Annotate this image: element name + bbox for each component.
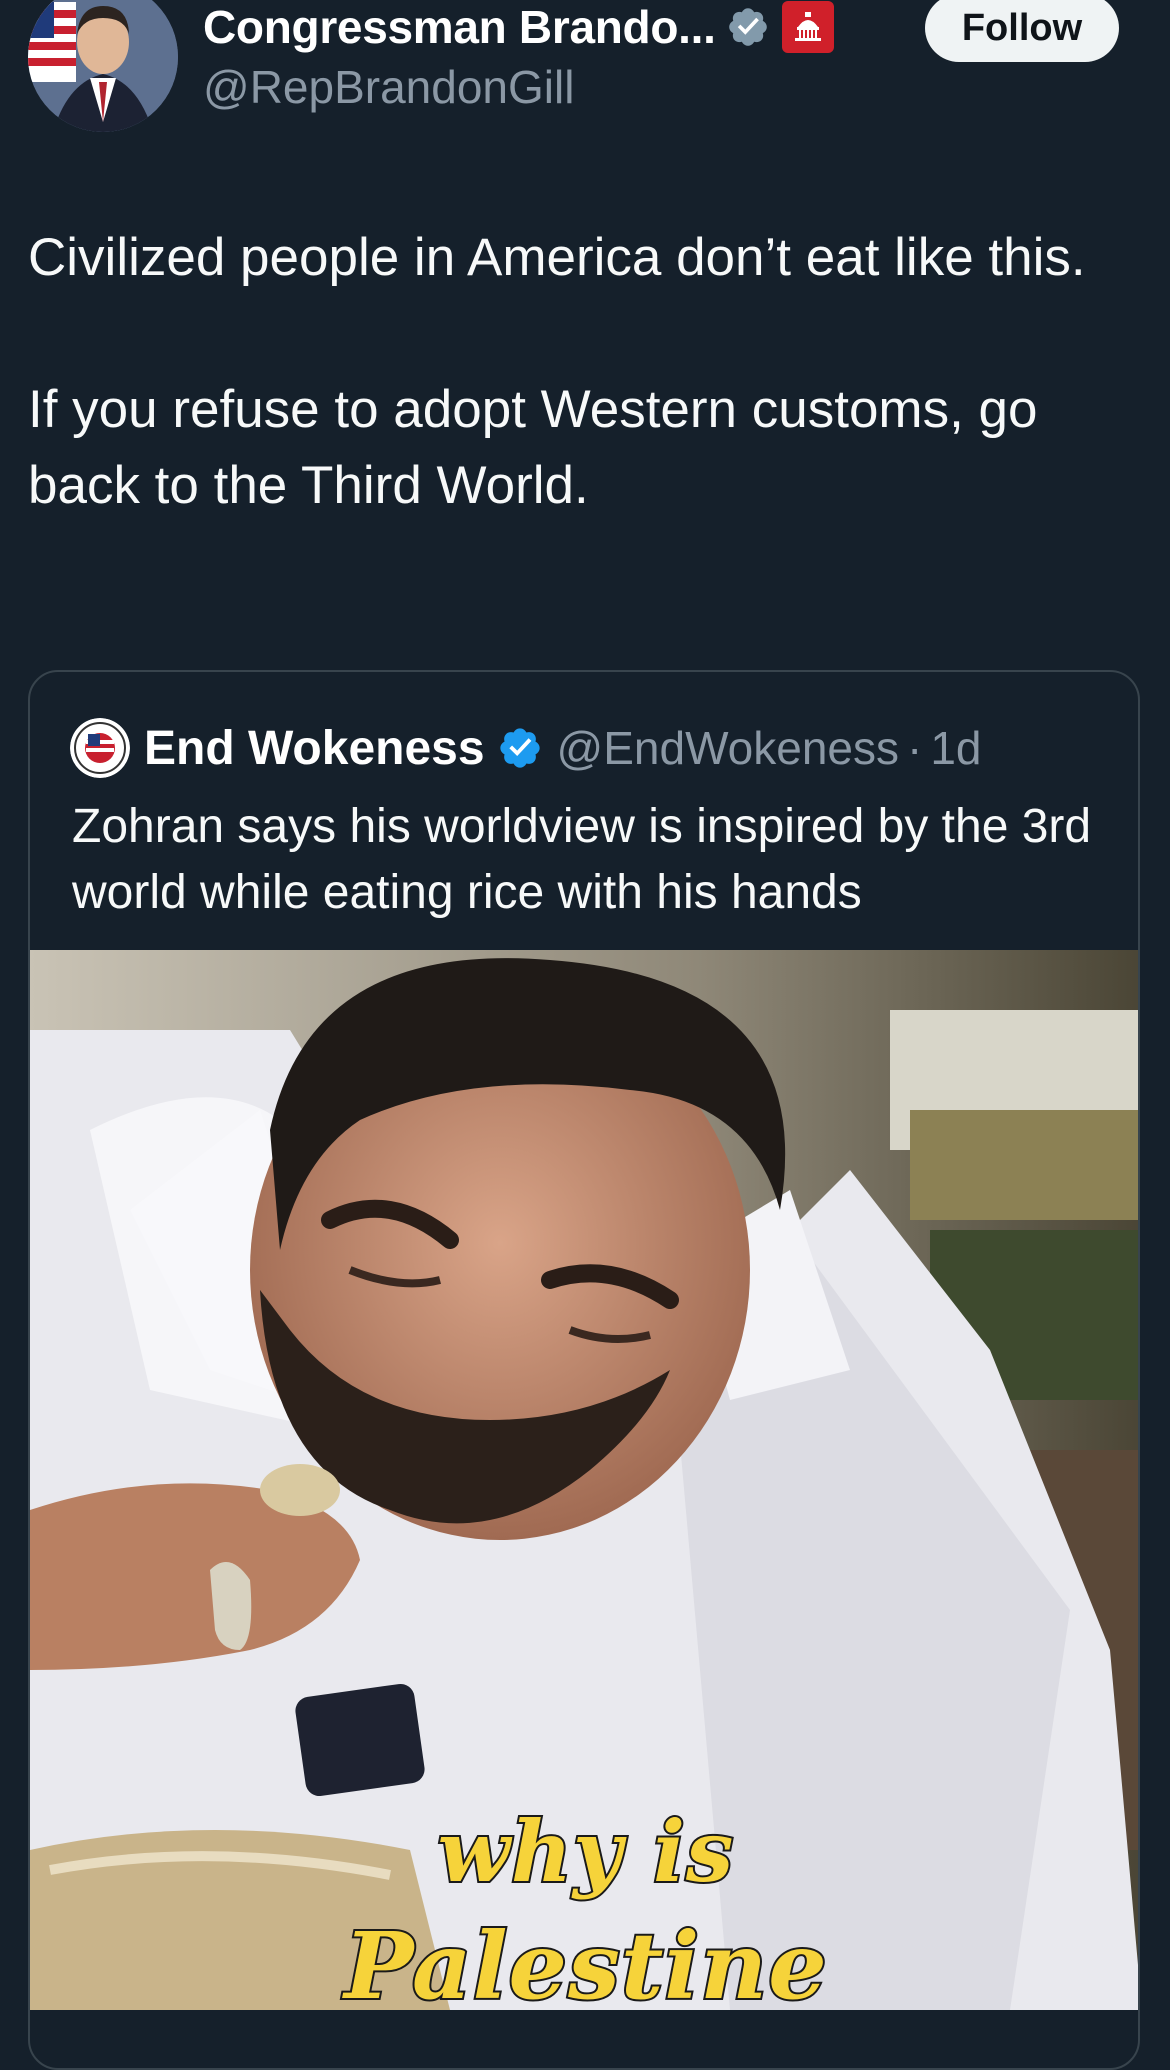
follow-button[interactable]: Follow bbox=[925, 0, 1119, 62]
author-name-row: Congressman Brando... bbox=[203, 0, 834, 54]
quoted-author-avatar[interactable] bbox=[70, 718, 130, 778]
author-handle[interactable]: @RepBrandonGill bbox=[203, 60, 574, 114]
author-display-name[interactable]: Congressman Brando... bbox=[203, 0, 716, 54]
tweet-paragraph-2: If you refuse to adopt Western customs, … bbox=[28, 380, 1038, 515]
tweet-paragraph-1: Civilized people in America don’t eat li… bbox=[28, 228, 1086, 287]
video-caption-line-2: Palestine bbox=[342, 1910, 828, 2010]
quoted-handle[interactable]: @EndWokeness bbox=[557, 721, 899, 775]
video-caption-line-1: why is bbox=[436, 1800, 736, 1903]
profile-photo-image bbox=[28, 0, 178, 132]
verified-blue-badge-icon bbox=[499, 728, 540, 768]
quoted-timestamp[interactable]: 1d bbox=[930, 721, 981, 775]
quoted-separator: · bbox=[907, 722, 923, 774]
author-avatar[interactable] bbox=[28, 0, 178, 132]
verified-gray-badge-icon bbox=[728, 8, 767, 46]
quoted-media-video[interactable]: why is Palestine bbox=[30, 950, 1138, 2010]
quoted-display-name[interactable]: End Wokeness bbox=[144, 721, 485, 776]
quoted-tweet-card[interactable]: End Wokeness @EndWokeness · 1d Zohran sa… bbox=[28, 670, 1140, 2070]
quoted-tweet-text: Zohran says his worldview is inspired by… bbox=[72, 800, 1092, 919]
quoted-tweet-header: End Wokeness @EndWokeness · 1d bbox=[70, 716, 982, 780]
capitol-dome-icon[interactable] bbox=[781, 1, 834, 53]
tweet-text: Civilized people in America don’t eat li… bbox=[28, 220, 1138, 524]
